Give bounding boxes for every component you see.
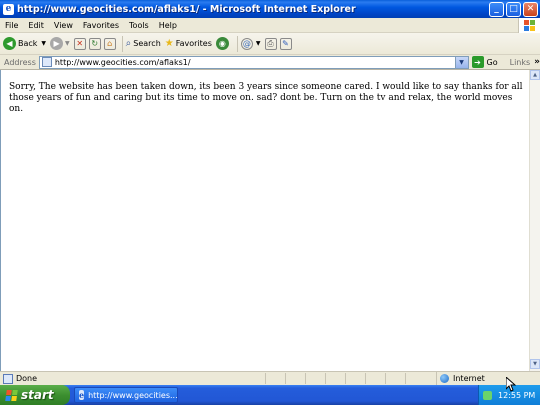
mouse-cursor-icon — [506, 377, 516, 392]
favorites-label: Favorites — [175, 39, 212, 48]
back-arrow-icon: ◀ — [3, 37, 16, 50]
clock[interactable]: 12:55 PM — [498, 391, 535, 400]
favorites-star-icon: ★ — [164, 38, 174, 49]
media-icon[interactable]: ◉ — [215, 37, 229, 50]
close-icon: ✕ — [526, 4, 535, 14]
zone-label: Internet — [453, 374, 485, 383]
forward-button[interactable]: ▶ ▼ — [50, 37, 70, 50]
mail-icon[interactable]: @ — [240, 37, 253, 50]
minimize-button[interactable]: _ — [489, 1, 504, 17]
back-label: Back — [18, 39, 38, 48]
minimize-icon: _ — [494, 4, 499, 14]
tray-network-icon[interactable] — [483, 390, 492, 400]
status-bar: Done Internet — [0, 371, 540, 385]
menu-help[interactable]: Help — [154, 21, 182, 30]
address-input[interactable]: http://www.geocities.com/aflaks1/ ▼ — [38, 55, 469, 69]
taskbar-item-label: http://www.geocities... — [88, 390, 178, 400]
go-arrow-icon: ➔ — [471, 56, 484, 68]
forward-dropdown-icon[interactable]: ▼ — [65, 40, 70, 47]
search-icon: ⌕ — [125, 38, 132, 49]
ie-task-icon: e — [79, 390, 85, 400]
maximize-button[interactable]: □ — [506, 1, 521, 17]
ie-icon: e — [3, 3, 14, 15]
favorites-button[interactable]: ★ Favorites — [165, 38, 212, 49]
security-zone: Internet — [436, 372, 485, 385]
taskbar-ie-window[interactable]: e http://www.geocities... — [74, 387, 178, 403]
page-icon — [41, 57, 52, 67]
menu-view[interactable]: View — [49, 21, 78, 30]
address-bar: Address http://www.geocities.com/aflaks1… — [0, 55, 540, 70]
window-title: http://www.geocities.com/aflaks1/ - Micr… — [17, 3, 356, 15]
go-button[interactable]: ➔ Go — [471, 56, 498, 68]
forward-arrow-icon: ▶ — [50, 37, 64, 50]
page-content: Sorry, The website has been taken down, … — [0, 70, 529, 371]
title-bar[interactable]: e http://www.geocities.com/aflaks1/ - Mi… — [0, 0, 540, 18]
status-text: Done — [16, 374, 38, 383]
scroll-down-icon[interactable]: ▼ — [530, 359, 540, 369]
back-dropdown-icon[interactable]: ▼ — [41, 40, 46, 47]
toolbar-separator-2 — [236, 35, 238, 52]
menu-tools[interactable]: Tools — [124, 21, 154, 30]
search-label: Search — [133, 39, 161, 48]
go-label: Go — [486, 57, 498, 67]
address-label: Address — [4, 57, 36, 67]
close-button[interactable]: ✕ — [523, 1, 538, 17]
menu-edit[interactable]: Edit — [23, 21, 49, 30]
taskbar: start e http://www.geocities... 12:55 PM — [0, 385, 540, 405]
menu-favorites[interactable]: Favorites — [78, 21, 124, 30]
back-button[interactable]: ◀ Back ▼ — [3, 37, 46, 50]
globe-icon — [440, 374, 449, 383]
links-button[interactable]: Links — [510, 58, 531, 67]
start-button[interactable]: start — [0, 385, 70, 405]
address-url[interactable]: http://www.geocities.com/aflaks1/ — [55, 58, 191, 67]
address-dropdown-icon[interactable]: ▼ — [454, 56, 468, 68]
vertical-scrollbar[interactable]: ▲ ▼ — [529, 70, 540, 371]
refresh-icon[interactable]: ↻ — [88, 37, 101, 50]
page-message: Sorry, The website has been taken down, … — [9, 82, 523, 114]
standard-toolbar: ◀ Back ▼ ▶ ▼ ✕ ↻ ⌂ ⌕ Search ★ Favorites … — [0, 33, 540, 55]
page-done-icon — [3, 373, 13, 384]
links-chevron-icon[interactable]: » — [534, 57, 540, 67]
stop-icon[interactable]: ✕ — [73, 37, 86, 50]
windows-flag-icon — [5, 389, 18, 401]
start-label: start — [21, 388, 54, 402]
status-panels — [265, 373, 425, 384]
windows-logo-icon — [518, 18, 540, 33]
print-icon[interactable]: ⎙ — [264, 37, 277, 50]
menu-bar: File Edit View Favorites Tools Help — [0, 18, 540, 33]
mail-dropdown-icon[interactable]: ▼ — [256, 40, 261, 47]
edit-icon[interactable]: ✎ — [279, 37, 292, 50]
toolbar-separator — [121, 35, 123, 52]
menu-file[interactable]: File — [0, 21, 23, 30]
scroll-up-icon[interactable]: ▲ — [530, 70, 540, 80]
maximize-icon: □ — [509, 4, 518, 14]
home-icon[interactable]: ⌂ — [103, 37, 116, 50]
search-button[interactable]: ⌕ Search — [126, 38, 161, 49]
